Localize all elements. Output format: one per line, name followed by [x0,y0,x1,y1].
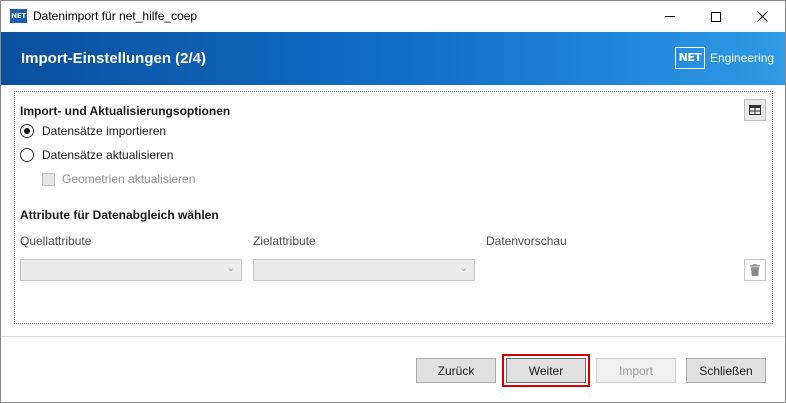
title-bar: NET Datenimport für net_hilfe_coep [1,1,785,32]
minimize-button[interactable] [647,1,693,32]
table-view-button[interactable] [744,99,766,121]
back-button[interactable]: Zurück [416,358,496,383]
radio-import-label: Datensätze importieren [42,124,167,138]
chevron-down-icon: ⌄ [459,263,468,274]
trash-icon [750,264,760,276]
options-panel: Import- und Aktualisierungsoptionen Date… [14,91,773,324]
close-window-button[interactable] [739,1,785,32]
import-options-heading: Import- und Aktualisierungsoptionen [20,104,231,118]
update-geometries-checkbox [42,172,55,186]
minimize-icon [665,16,675,17]
maximize-icon [711,11,721,22]
radio-import-indicator[interactable] [20,124,34,138]
radio-import-records[interactable]: Datensätze importieren [20,124,166,138]
import-button: Import [596,358,676,383]
header-banner: Import-Einstellungen (2/4) NET Engineeri… [1,32,785,85]
chevron-down-icon: ⌄ [226,263,235,274]
update-geometries-checkbox-row: Geometrien aktualisieren [42,172,195,186]
footer-separator [1,336,785,337]
close-button[interactable]: Schließen [686,358,766,383]
net-logo-icon: NET [675,47,705,69]
radio-update-indicator[interactable] [20,148,34,162]
close-icon [756,11,768,22]
update-geometries-label: Geometrien aktualisieren [62,172,196,186]
app-icon: NET [10,9,27,23]
source-attributes-header: Quellattribute [20,234,92,248]
radio-update-records[interactable]: Datensätze aktualisieren [20,148,173,162]
attribute-matching-heading: Attribute für Datenabgleich wählen [20,208,219,222]
source-attribute-select[interactable]: ⌄ [20,259,242,281]
brand-logo: NET Engineering [675,47,774,69]
radio-update-label: Datensätze aktualisieren [42,148,174,162]
import-dialog-window: NET Datenimport für net_hilfe_coep Impor… [0,0,786,403]
brand-text: Engineering [710,51,775,65]
page-title: Import-Einstellungen (2/4) [21,50,207,67]
table-icon [749,105,761,115]
maximize-button[interactable] [693,1,739,32]
next-button[interactable]: Weiter [502,354,590,387]
window-title: Datenimport für net_hilfe_coep [33,9,198,23]
data-preview-header: Datenvorschau [486,234,567,248]
target-attributes-header: Zielattribute [253,234,316,248]
target-attribute-select[interactable]: ⌄ [253,259,475,281]
delete-mapping-button[interactable] [744,259,766,281]
